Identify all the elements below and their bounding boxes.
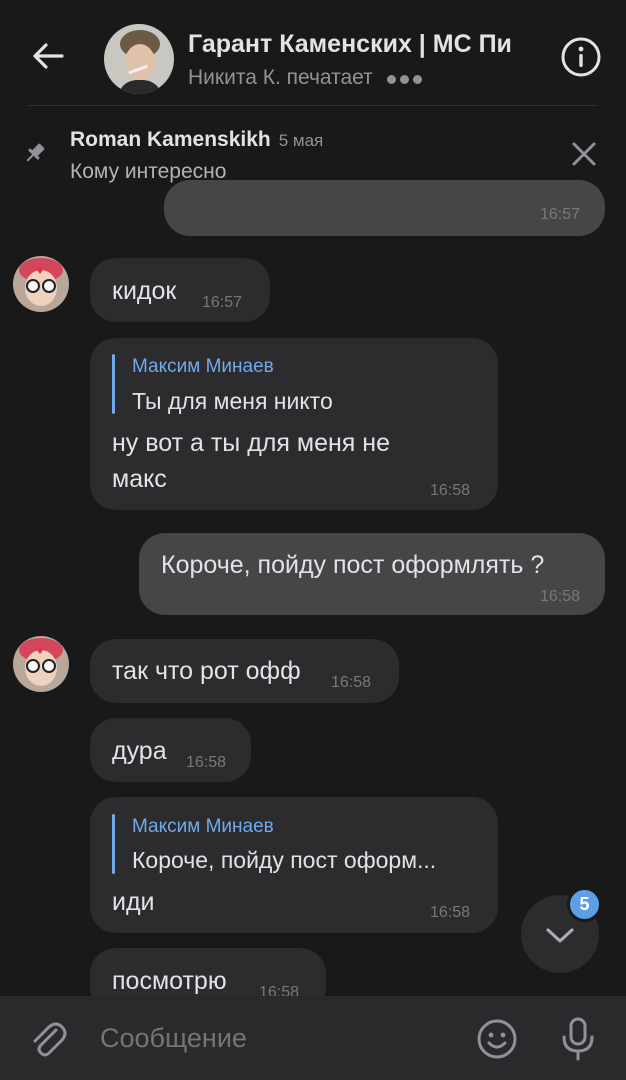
message-text: кидок: [112, 277, 177, 305]
message-time: 16:58: [186, 754, 227, 771]
unread-count-badge: 5: [567, 887, 602, 922]
chat-header: Гарант Каменских | МС Пи Никита К. печат…: [0, 0, 626, 106]
reply-author: Максим Минаев: [132, 816, 274, 837]
message-text: посмотрю: [112, 967, 227, 995]
reply-quote-bar: [112, 354, 115, 414]
message-time: 16:58: [430, 904, 471, 921]
typing-dots-icon: [386, 66, 426, 90]
chat-avatar[interactable]: [104, 24, 174, 94]
message-text: Короче, пойду пост оформлять ?: [161, 551, 545, 579]
message-text: ну вот а ты для меня не: [112, 429, 390, 457]
message-input[interactable]: [98, 1022, 452, 1055]
pinned-date: 5 мая: [278, 131, 324, 150]
message-text: так что рот офф: [112, 657, 301, 685]
typing-status-text: Никита К. печатает: [188, 66, 373, 89]
info-icon[interactable]: [560, 36, 602, 78]
pin-icon: [26, 143, 45, 162]
message-text: иди: [112, 888, 155, 916]
emoji-icon[interactable]: [476, 1018, 518, 1060]
reply-quote-bar: [112, 814, 115, 874]
message-text: макс: [112, 465, 167, 493]
message-text: дура: [112, 737, 167, 765]
attach-paperclip-icon[interactable]: [28, 1018, 68, 1060]
reply-text: Ты для меня никто: [132, 388, 333, 414]
message-time: 16:57: [540, 206, 581, 223]
typing-status: Никита К. печатает: [188, 66, 426, 90]
chat-title: Гарант Каменских | МС Пи: [188, 30, 512, 58]
reply-author: Максим Минаев: [132, 356, 274, 377]
message-time: 16:58: [430, 482, 471, 499]
sender-avatar[interactable]: [13, 636, 69, 692]
message-bubble-outgoing[interactable]: [164, 180, 605, 236]
back-arrow-icon[interactable]: [28, 36, 68, 76]
message-time: 16:58: [540, 588, 581, 605]
pinned-author-name: Roman Kamenskikh: [70, 128, 271, 151]
microphone-icon[interactable]: [558, 1016, 598, 1062]
message-time: 16:58: [331, 674, 372, 691]
sender-avatar[interactable]: [13, 256, 69, 312]
reply-text: Короче, пойду пост оформ...: [132, 847, 437, 873]
close-pinned-icon[interactable]: [568, 138, 600, 170]
message-time: 16:57: [202, 294, 243, 311]
pinned-author: Roman Kamenskikh 5 мая: [70, 128, 323, 152]
